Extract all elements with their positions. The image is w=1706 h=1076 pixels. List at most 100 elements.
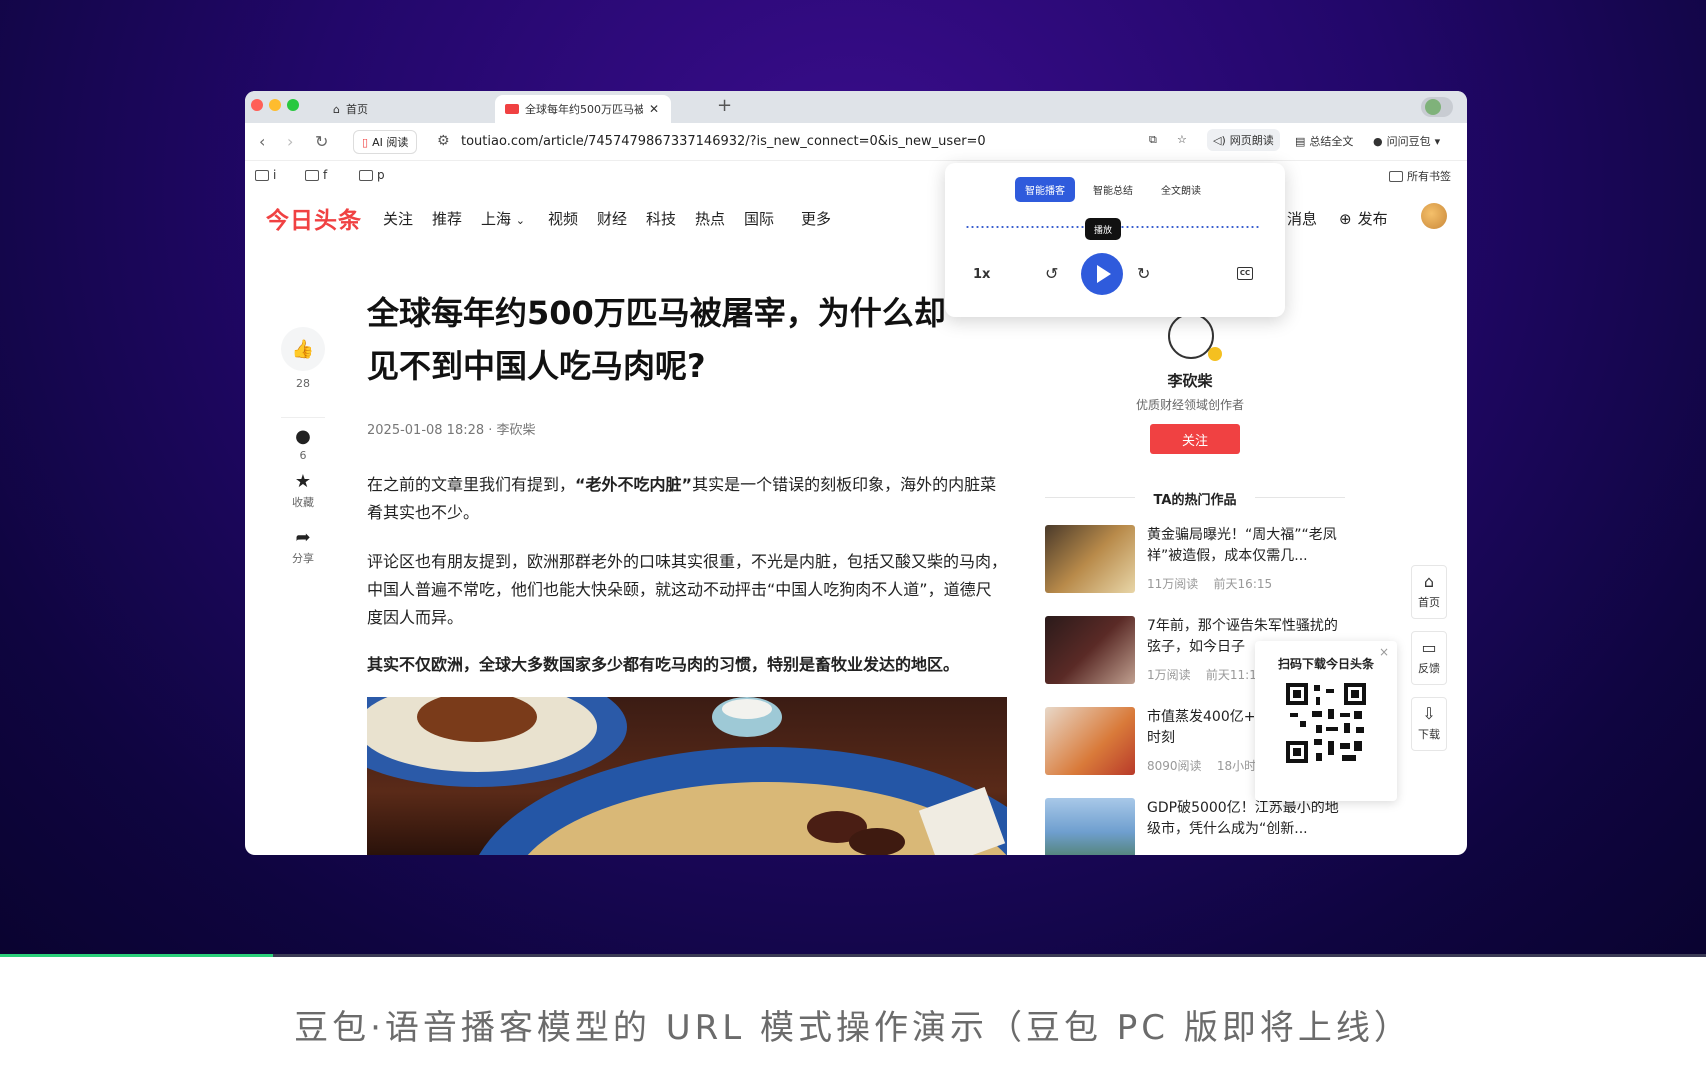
all-bookmarks-button[interactable]: 所有书签 xyxy=(1389,168,1451,184)
tab-full-read[interactable]: 全文朗读 xyxy=(1151,177,1211,202)
bookmark-label: p xyxy=(377,168,385,182)
back-icon[interactable]: ‹ xyxy=(259,132,265,151)
new-tab-button[interactable]: + xyxy=(717,95,732,116)
video-progress-bar[interactable] xyxy=(0,954,1706,957)
maximize-window-icon[interactable] xyxy=(287,99,299,111)
article-paragraph-2: 评论区也有朋友提到，欧洲那群老外的口味其实很重，不光是内脏，包括又酸又柴的马肉，… xyxy=(367,552,1008,627)
folder-icon xyxy=(305,169,319,181)
podcast-mode-tabs: 智能播客 智能总结 全文朗读 xyxy=(1015,177,1211,202)
ai-read-icon: ▯ xyxy=(362,135,369,149)
ask-doubao-label: 问问豆包 xyxy=(1386,135,1431,148)
address-toolbar: ‹ › ↻ ▯ AI 阅读 ⚙ toutiao.com/article/7457… xyxy=(245,123,1467,161)
post-time: 前天16:15 xyxy=(1213,577,1273,591)
nav-hot[interactable]: 热点 xyxy=(695,208,725,229)
close-window-icon[interactable] xyxy=(251,99,263,111)
reload-icon[interactable]: ↻ xyxy=(315,132,328,151)
podcast-player-popup: 智能播客 智能总结 全文朗读 播放 1x ↺ ↻ CC xyxy=(945,163,1285,317)
hot-item[interactable]: 黄金骗局曝光！“周大福”“老凤祥”被造假，成本仅需几... 11万阅读 前天16… xyxy=(1045,525,1345,597)
nav-finance[interactable]: 财经 xyxy=(597,208,627,229)
play-tooltip: 播放 xyxy=(1085,218,1121,240)
nav-video[interactable]: 视频 xyxy=(548,208,578,229)
toutiao-favicon xyxy=(505,104,519,114)
feedback-icon: ▭ xyxy=(1421,638,1437,657)
url-field[interactable]: toutiao.com/article/7457479867337146932/… xyxy=(461,134,986,149)
tool-label: 反馈 xyxy=(1418,662,1440,675)
tab-smart-summary[interactable]: 智能总结 xyxy=(1083,177,1143,202)
tab-bar: ⌂ 首页 全球每年约500万匹马被 ✕ + xyxy=(245,91,1467,123)
site-settings-icon[interactable]: ⚙ xyxy=(437,133,450,149)
nav-label: 上海 xyxy=(481,210,512,228)
nav-tech[interactable]: 科技 xyxy=(646,208,676,229)
forward-skip-icon[interactable]: ↻ xyxy=(1137,264,1150,283)
tab-home[interactable]: ⌂ 首页 xyxy=(323,95,493,123)
comment-button[interactable]: ● 6 xyxy=(281,417,325,462)
share-button[interactable]: ➦ 分享 xyxy=(281,527,325,566)
tool-label: 首页 xyxy=(1418,596,1440,609)
bookmark-star-icon[interactable]: ☆ xyxy=(1177,133,1187,146)
post-time: 18小时 xyxy=(1216,759,1257,773)
qr-code xyxy=(1286,683,1366,763)
publish-button[interactable]: ⊕ 发布 xyxy=(1339,208,1388,229)
hot-item-title: 黄金骗局曝光！“周大福”“老凤祥”被造假，成本仅需几... xyxy=(1147,527,1337,564)
qr-download-card: × 扫码下载今日头条 xyxy=(1255,641,1397,801)
like-button[interactable]: 👍 28 xyxy=(281,327,325,390)
play-button[interactable] xyxy=(1081,253,1123,295)
forward-icon[interactable]: › xyxy=(287,132,293,151)
home-icon: ⌂ xyxy=(1423,572,1435,591)
user-avatar[interactable] xyxy=(1421,203,1447,229)
close-tab-icon[interactable]: ✕ xyxy=(649,102,659,116)
tab-smart-podcast[interactable]: 智能播客 xyxy=(1015,177,1075,202)
like-count: 28 xyxy=(296,377,310,390)
thumbs-up-icon: 👍 xyxy=(281,327,325,371)
article-paragraph-1: 在之前的文章里我们有提到，“老外不吃内脏”其实是一个错误的刻板印象，海外的内脏菜… xyxy=(367,471,1007,527)
favorite-button[interactable]: ★ 收藏 xyxy=(281,471,325,510)
follow-button[interactable]: 关注 xyxy=(1150,424,1240,454)
hot-item[interactable]: GDP破5000亿！江苏最小的地级市，凭什么成为“创新... xyxy=(1045,798,1345,855)
verified-badge-icon xyxy=(1208,347,1222,361)
all-bookmarks-label: 所有书签 xyxy=(1407,170,1451,183)
bookmark-folder-f[interactable]: f xyxy=(305,168,327,182)
tab-label: 全球每年约500万匹马被 xyxy=(525,103,643,116)
profile-menu[interactable] xyxy=(1421,97,1453,117)
summarize-button[interactable]: ▤ 总结全文 xyxy=(1295,133,1353,149)
post-time: 前天11:1 xyxy=(1205,668,1257,682)
ai-read-button[interactable]: ▯ AI 阅读 xyxy=(353,130,418,154)
video-frame: ⌂ 首页 全球每年约500万匹马被 ✕ + ‹ › ↻ ▯ AI 阅读 ⚙ to… xyxy=(0,0,1706,956)
ask-doubao-button[interactable]: ● 问问豆包 ▾ xyxy=(1373,133,1440,149)
tab-label: 首页 xyxy=(345,103,368,116)
author-name[interactable]: 李砍柴 xyxy=(1105,370,1275,391)
bookmark-folder-i[interactable]: i xyxy=(255,168,276,182)
nav-recommend[interactable]: 推荐 xyxy=(432,208,462,229)
home-tool-button[interactable]: ⌂ 首页 xyxy=(1411,565,1447,619)
messages-link[interactable]: 消息 xyxy=(1287,208,1317,229)
hot-item-thumbnail xyxy=(1045,707,1135,775)
hot-item-thumbnail xyxy=(1045,616,1135,684)
bold-text: “老外不吃内脏” xyxy=(575,475,693,494)
comment-icon: ● xyxy=(295,426,311,447)
article-title: 全球每年约500万匹马被屠宰，为什么却见不到中国人吃马肉呢? xyxy=(367,294,946,385)
nav-follow[interactable]: 关注 xyxy=(383,208,413,229)
speed-button[interactable]: 1x xyxy=(973,267,990,282)
download-tool-button[interactable]: ⇩ 下载 xyxy=(1411,697,1447,751)
document-icon: ▤ xyxy=(1295,134,1306,148)
bookmark-folder-p[interactable]: p xyxy=(359,168,385,182)
nav-more[interactable]: 更多 xyxy=(801,208,831,229)
minimize-window-icon[interactable] xyxy=(269,99,281,111)
author-description: 优质财经领域创作者 xyxy=(1135,398,1244,412)
subtitles-icon[interactable]: CC xyxy=(1237,267,1253,280)
article-image xyxy=(367,697,1007,855)
nav-international[interactable]: 国际 xyxy=(744,208,774,229)
avatar xyxy=(1425,99,1441,115)
nav-shanghai[interactable]: 上海 ⌄ xyxy=(481,208,525,229)
favorite-label: 收藏 xyxy=(292,496,314,509)
feedback-tool-button[interactable]: ▭ 反馈 xyxy=(1411,631,1447,685)
chevron-down-icon: ⌄ xyxy=(515,214,526,227)
install-icon[interactable]: ⧉ xyxy=(1149,133,1157,147)
toutiao-logo[interactable]: 今日头条 xyxy=(266,201,362,235)
rewind-icon[interactable]: ↺ xyxy=(1045,264,1058,283)
comment-count: 6 xyxy=(299,449,307,462)
tab-article[interactable]: 全球每年约500万匹马被 ✕ xyxy=(495,95,671,123)
home-icon: ⌂ xyxy=(333,102,340,116)
folder-icon xyxy=(255,169,269,181)
read-aloud-button[interactable]: ◁) 网页朗读 xyxy=(1207,129,1280,151)
